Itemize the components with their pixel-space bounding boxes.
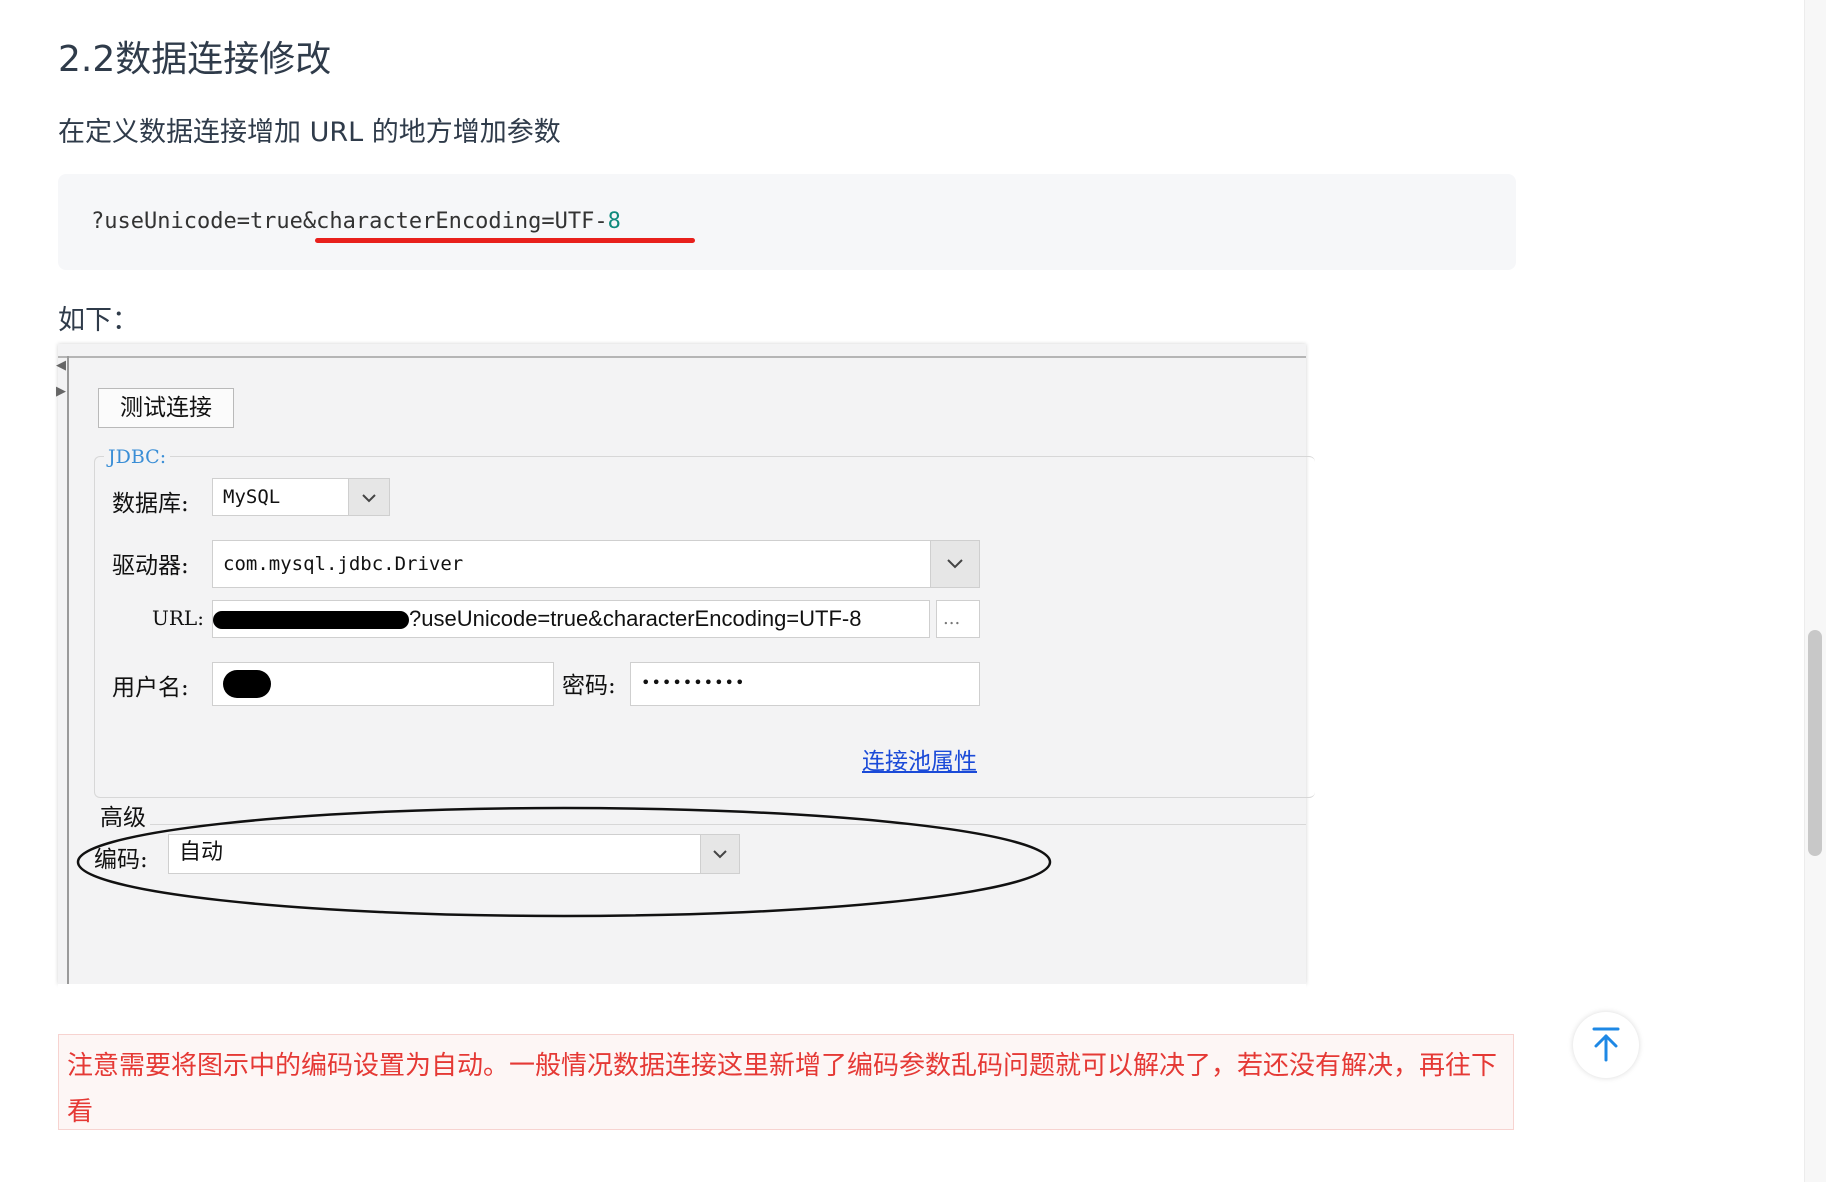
database-label: 数据库: (112, 491, 189, 517)
redacted-host (213, 611, 409, 630)
chevron-down-icon[interactable] (930, 541, 979, 587)
jdbc-group-label: JDBC: (104, 446, 171, 468)
url-label: URL: (152, 606, 204, 630)
as-below-text: 如下： (58, 305, 139, 336)
database-value: MySQL (223, 486, 281, 508)
intro-paragraph: 在定义数据连接增加 URL 的地方增加参数 (58, 117, 561, 148)
screenshot-bottom-margin (58, 984, 1306, 1028)
url-value: ?useUnicode=true&characterEncoding=UTF-8 (409, 606, 862, 631)
arrow-up-to-top-icon (1592, 1027, 1620, 1062)
url-more-button[interactable]: ... (936, 600, 980, 638)
code-number: 8 (607, 209, 621, 234)
left-border (67, 356, 69, 996)
expand-right-icon[interactable]: ▶ (56, 384, 66, 399)
database-select[interactable]: MySQL (212, 478, 390, 516)
collapse-left-icon[interactable]: ◀ (56, 358, 66, 373)
back-to-top-button[interactable] (1573, 1012, 1639, 1078)
password-label: 密码: (562, 673, 616, 699)
code-line: ?useUnicode=true&characterEncoding=UTF-8 (91, 209, 621, 234)
code-text: ?useUnicode=true&characterEncoding=UTF- (91, 209, 608, 234)
scrollbar-track[interactable] (1804, 0, 1826, 1182)
driver-select[interactable]: com.mysql.jdbc.Driver (212, 540, 980, 588)
connection-pool-link[interactable]: 连接池属性 (862, 742, 977, 776)
password-input[interactable]: •••••••••• (630, 662, 980, 706)
driver-label: 驱动器: (112, 553, 189, 579)
driver-value: com.mysql.jdbc.Driver (223, 553, 464, 575)
url-input[interactable]: ?useUnicode=true&characterEncoding=UTF-8 (212, 600, 930, 638)
top-border (58, 356, 1306, 358)
section-heading: 2.2数据连接修改 (58, 39, 332, 80)
scrollbar-thumb[interactable] (1808, 630, 1822, 856)
redacted-username (223, 670, 271, 698)
red-underline-annotation (315, 238, 695, 243)
ellipse-annotation (76, 806, 1052, 918)
config-screenshot: ◀ ▶ 测试连接 JDBC: 数据库: MySQL 驱动器: com.mysql… (56, 344, 1315, 1028)
chevron-down-icon[interactable] (348, 479, 389, 515)
warning-note: 注意需要将图示中的编码设置为自动。一般情况数据连接这里新增了编码参数乱码问题就可… (58, 1034, 1514, 1130)
test-connection-button[interactable]: 测试连接 (98, 388, 234, 428)
code-block: ?useUnicode=true&characterEncoding=UTF-8 (58, 174, 1516, 270)
username-label: 用户名: (112, 675, 189, 701)
username-input[interactable] (212, 662, 554, 706)
